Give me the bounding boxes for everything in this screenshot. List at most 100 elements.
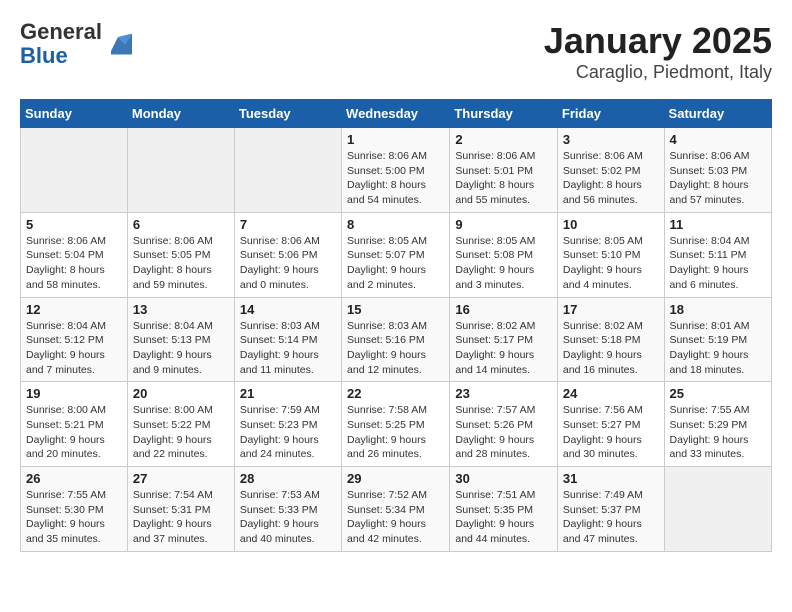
day-info: Sunrise: 7:49 AM Sunset: 5:37 PM Dayligh…: [563, 488, 659, 547]
calendar-cell: 25 Sunrise: 7:55 AM Sunset: 5:29 PM Dayli…: [664, 382, 771, 467]
calendar-cell: 10Sunrise: 8:05 AM Sunset: 5:10 PM Dayli…: [557, 212, 664, 297]
day-number: 25: [670, 386, 766, 401]
calendar-cell: [234, 128, 341, 213]
day-info: Sunrise: 7:55 AM Sunset: 5:30 PM Dayligh…: [26, 488, 122, 547]
calendar-cell: 13 Sunrise: 8:04 AM Sunset: 5:13 PM Dayli…: [127, 297, 234, 382]
day-info: Sunrise: 7:58 AM Sunset: 5:25 PM Dayligh…: [347, 403, 444, 462]
calendar-cell: 31 Sunrise: 7:49 AM Sunset: 5:37 PM Dayli…: [557, 467, 664, 552]
calendar-cell: [127, 128, 234, 213]
calendar-cell: 5Sunrise: 8:06 AM Sunset: 5:04 PM Daylig…: [21, 212, 128, 297]
calendar-cell: 9 Sunrise: 8:05 AM Sunset: 5:08 PM Daylig…: [450, 212, 558, 297]
calendar-cell: 28 Sunrise: 7:53 AM Sunset: 5:33 PM Dayli…: [234, 467, 341, 552]
day-info: Sunrise: 8:03 AM Sunset: 5:16 PM Dayligh…: [347, 319, 444, 378]
day-info: Sunrise: 7:54 AM Sunset: 5:31 PM Dayligh…: [133, 488, 229, 547]
calendar-cell: 20Sunrise: 8:00 AM Sunset: 5:22 PM Dayli…: [127, 382, 234, 467]
calendar-cell: 11 Sunrise: 8:04 AM Sunset: 5:11 PM Dayli…: [664, 212, 771, 297]
calendar-table: SundayMondayTuesdayWednesdayThursdayFrid…: [20, 99, 772, 552]
day-info: Sunrise: 8:02 AM Sunset: 5:17 PM Dayligh…: [455, 319, 552, 378]
day-info: Sunrise: 8:03 AM Sunset: 5:14 PM Dayligh…: [240, 319, 336, 378]
calendar-cell: 12Sunrise: 8:04 AM Sunset: 5:12 PM Dayli…: [21, 297, 128, 382]
day-info: Sunrise: 7:53 AM Sunset: 5:33 PM Dayligh…: [240, 488, 336, 547]
day-number: 7: [240, 217, 336, 232]
day-number: 2: [455, 132, 552, 147]
calendar-cell: 14 Sunrise: 8:03 AM Sunset: 5:14 PM Dayli…: [234, 297, 341, 382]
calendar-cell: 8 Sunrise: 8:05 AM Sunset: 5:07 PM Daylig…: [342, 212, 450, 297]
day-number: 31: [563, 471, 659, 486]
day-number: 6: [133, 217, 229, 232]
calendar-cell: 23 Sunrise: 7:57 AM Sunset: 5:26 PM Dayli…: [450, 382, 558, 467]
day-info: Sunrise: 8:04 AM Sunset: 5:11 PM Dayligh…: [670, 234, 766, 293]
logo-icon: [104, 30, 132, 58]
day-number: 13: [133, 302, 229, 317]
header-tuesday: Tuesday: [234, 100, 341, 128]
day-info: Sunrise: 8:02 AM Sunset: 5:18 PM Dayligh…: [563, 319, 659, 378]
day-info: Sunrise: 8:06 AM Sunset: 5:06 PM Dayligh…: [240, 234, 336, 293]
day-number: 19: [26, 386, 122, 401]
calendar-cell: 1 Sunrise: 8:06 AM Sunset: 5:00 PM Daylig…: [342, 128, 450, 213]
calendar-cell: 18 Sunrise: 8:01 AM Sunset: 5:19 PM Dayli…: [664, 297, 771, 382]
calendar-cell: 7 Sunrise: 8:06 AM Sunset: 5:06 PM Daylig…: [234, 212, 341, 297]
calendar-cell: 17 Sunrise: 8:02 AM Sunset: 5:18 PM Dayli…: [557, 297, 664, 382]
day-number: 8: [347, 217, 444, 232]
day-info: Sunrise: 8:06 AM Sunset: 5:04 PM Dayligh…: [26, 234, 122, 293]
calendar-week-row: 26 Sunrise: 7:55 AM Sunset: 5:30 PM Dayli…: [21, 467, 772, 552]
calendar-cell: 22 Sunrise: 7:58 AM Sunset: 5:25 PM Dayli…: [342, 382, 450, 467]
calendar-cell: 2Sunrise: 8:06 AM Sunset: 5:01 PM Daylig…: [450, 128, 558, 213]
day-number: 22: [347, 386, 444, 401]
calendar-cell: 16 Sunrise: 8:02 AM Sunset: 5:17 PM Dayli…: [450, 297, 558, 382]
page-subtitle: Caraglio, Piedmont, Italy: [544, 62, 772, 83]
day-info: Sunrise: 8:06 AM Sunset: 5:05 PM Dayligh…: [133, 234, 229, 293]
logo-text: General Blue: [20, 20, 102, 68]
day-number: 30: [455, 471, 552, 486]
calendar-cell: 21Sunrise: 7:59 AM Sunset: 5:23 PM Dayli…: [234, 382, 341, 467]
calendar-cell: [21, 128, 128, 213]
calendar-cell: 15Sunrise: 8:03 AM Sunset: 5:16 PM Dayli…: [342, 297, 450, 382]
day-number: 18: [670, 302, 766, 317]
day-info: Sunrise: 8:04 AM Sunset: 5:12 PM Dayligh…: [26, 319, 122, 378]
day-number: 11: [670, 217, 766, 232]
day-number: 3: [563, 132, 659, 147]
day-number: 23: [455, 386, 552, 401]
day-info: Sunrise: 8:06 AM Sunset: 5:02 PM Dayligh…: [563, 149, 659, 208]
day-number: 1: [347, 132, 444, 147]
day-info: Sunrise: 7:51 AM Sunset: 5:35 PM Dayligh…: [455, 488, 552, 547]
day-number: 16: [455, 302, 552, 317]
logo: General Blue: [20, 20, 132, 68]
calendar-cell: 3 Sunrise: 8:06 AM Sunset: 5:02 PM Daylig…: [557, 128, 664, 213]
day-number: 10: [563, 217, 659, 232]
day-number: 27: [133, 471, 229, 486]
logo-blue: Blue: [20, 43, 68, 68]
day-number: 26: [26, 471, 122, 486]
day-info: Sunrise: 8:00 AM Sunset: 5:21 PM Dayligh…: [26, 403, 122, 462]
day-info: Sunrise: 8:06 AM Sunset: 5:03 PM Dayligh…: [670, 149, 766, 208]
day-number: 24: [563, 386, 659, 401]
page-header: General Blue January 2025 Caraglio, Pied…: [20, 20, 772, 83]
day-info: Sunrise: 8:01 AM Sunset: 5:19 PM Dayligh…: [670, 319, 766, 378]
header-saturday: Saturday: [664, 100, 771, 128]
day-number: 29: [347, 471, 444, 486]
title-block: January 2025 Caraglio, Piedmont, Italy: [544, 20, 772, 83]
day-number: 14: [240, 302, 336, 317]
header-thursday: Thursday: [450, 100, 558, 128]
logo-general: General: [20, 19, 102, 44]
day-number: 9: [455, 217, 552, 232]
day-info: Sunrise: 7:55 AM Sunset: 5:29 PM Dayligh…: [670, 403, 766, 462]
day-info: Sunrise: 8:06 AM Sunset: 5:00 PM Dayligh…: [347, 149, 444, 208]
calendar-week-row: 12Sunrise: 8:04 AM Sunset: 5:12 PM Dayli…: [21, 297, 772, 382]
day-number: 28: [240, 471, 336, 486]
calendar-cell: 6 Sunrise: 8:06 AM Sunset: 5:05 PM Daylig…: [127, 212, 234, 297]
header-sunday: Sunday: [21, 100, 128, 128]
day-info: Sunrise: 7:59 AM Sunset: 5:23 PM Dayligh…: [240, 403, 336, 462]
day-info: Sunrise: 7:57 AM Sunset: 5:26 PM Dayligh…: [455, 403, 552, 462]
calendar-cell: 4 Sunrise: 8:06 AM Sunset: 5:03 PM Daylig…: [664, 128, 771, 213]
header-wednesday: Wednesday: [342, 100, 450, 128]
day-number: 4: [670, 132, 766, 147]
day-info: Sunrise: 8:05 AM Sunset: 5:07 PM Dayligh…: [347, 234, 444, 293]
header-friday: Friday: [557, 100, 664, 128]
day-info: Sunrise: 8:04 AM Sunset: 5:13 PM Dayligh…: [133, 319, 229, 378]
day-info: Sunrise: 8:05 AM Sunset: 5:08 PM Dayligh…: [455, 234, 552, 293]
calendar-cell: 27 Sunrise: 7:54 AM Sunset: 5:31 PM Dayli…: [127, 467, 234, 552]
calendar-week-row: 5Sunrise: 8:06 AM Sunset: 5:04 PM Daylig…: [21, 212, 772, 297]
day-info: Sunrise: 7:56 AM Sunset: 5:27 PM Dayligh…: [563, 403, 659, 462]
day-number: 17: [563, 302, 659, 317]
